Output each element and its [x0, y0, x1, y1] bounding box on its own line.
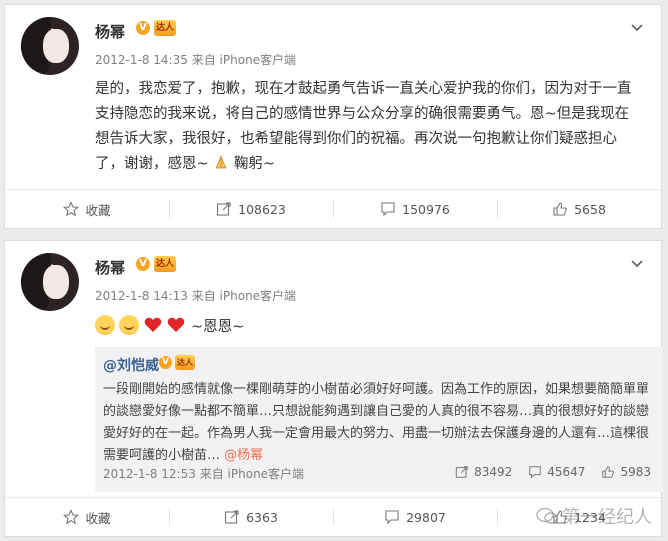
thumbs-up-icon: [553, 202, 567, 216]
repost-like-count: 5983: [620, 465, 651, 479]
weibo-post-card: 杨幂 V 达人 2012-1-8 14:13 来自 iPhone客户端 ~恩恩~…: [4, 240, 663, 537]
post-emoji-line: ~恩恩~: [95, 313, 244, 337]
post-time[interactable]: 2012-1-8 14:13: [95, 289, 188, 303]
repost-text: 一段剛開始的感情就像一棵剛萌芽的小樹苗必須好好呵護。因為工作的原因，如果想要簡簡…: [103, 379, 655, 467]
wechat-logo-icon: [536, 507, 558, 524]
comment-button[interactable]: 150976: [333, 190, 497, 228]
comment-icon: [381, 202, 395, 217]
repost-button[interactable]: 6363: [169, 498, 333, 536]
repost-author[interactable]: @刘恺威: [103, 355, 159, 375]
post-meta: 2012-1-8 14:13 来自 iPhone客户端: [95, 287, 296, 304]
shy-face-emoji-icon: [95, 315, 115, 335]
like-button[interactable]: 5658: [497, 190, 661, 228]
avatar-face: [43, 29, 69, 63]
watermark-text: 第一经纪人: [562, 507, 652, 528]
post-meta: 2012-1-8 14:35 来自 iPhone客户端: [95, 51, 296, 68]
post-text-end: 鞠躬~: [233, 156, 276, 172]
repost-like-stat[interactable]: 5983: [601, 465, 651, 479]
star-icon: [63, 509, 80, 525]
repost-icon: [455, 466, 468, 478]
chevron-down-icon[interactable]: [629, 19, 645, 35]
comment-button[interactable]: 29807: [333, 498, 497, 536]
watermark: 第一经纪人: [536, 503, 652, 529]
comment-icon: [529, 466, 541, 479]
author-avatar[interactable]: [21, 253, 79, 311]
talent-badge-icon: 达人: [175, 355, 195, 370]
repost-icon: [225, 510, 239, 524]
repost-meta: 2012-1-8 12:53 来自 iPhone客户端: [103, 465, 304, 482]
heart-icon: [144, 317, 162, 332]
like-count: 5658: [574, 201, 606, 217]
post-text-body: 是的，我恋爱了，抱歉，现在才鼓起勇气告诉一直关心爱护我的你们，因为对于一直支持隐…: [95, 81, 632, 172]
post-text: 是的，我恋爱了，抱歉，现在才鼓起勇气告诉一直关心爱护我的你们，因为对于一直支持隐…: [95, 77, 643, 177]
repost-time[interactable]: 2012-1-8 12:53: [103, 467, 196, 481]
chevron-down-icon[interactable]: [629, 255, 645, 271]
post-time[interactable]: 2012-1-8 14:35: [95, 53, 188, 67]
favorite-label: 收藏: [85, 202, 111, 218]
repost-stats: 83492 45647 5983: [455, 465, 651, 479]
favorite-label: 收藏: [85, 510, 111, 526]
author-name[interactable]: 杨幂: [95, 257, 125, 278]
weibo-post-card: 杨幂 V 达人 2012-1-8 14:35 来自 iPhone客户端 是的，我…: [4, 4, 662, 229]
mention-link[interactable]: @杨幂: [224, 448, 263, 463]
favorite-button[interactable]: 收藏: [5, 498, 169, 536]
verified-badge-icon: V: [136, 21, 150, 35]
repost-icon: [217, 202, 231, 216]
repost-repost-count: 83492: [474, 465, 513, 479]
source-prefix: 来自: [191, 289, 216, 303]
author-name[interactable]: 杨幂: [95, 21, 125, 42]
author-avatar[interactable]: [21, 17, 79, 75]
emoji-caption: ~恩恩~: [191, 318, 245, 335]
comment-count: 150976: [402, 201, 450, 217]
source-prefix: 来自: [199, 467, 224, 481]
repost-comment-stat[interactable]: 45647: [528, 465, 585, 479]
post-toolbar: 收藏 108623 150976 5658: [5, 189, 661, 228]
repost-comment-count: 45647: [547, 465, 586, 479]
talent-badge-icon: 达人: [154, 20, 176, 36]
avatar-face: [43, 265, 69, 299]
star-icon: [63, 201, 80, 217]
comment-icon: [385, 510, 399, 525]
repost-text-body: 一段剛開始的感情就像一棵剛萌芽的小樹苗必須好好呵護。因為工作的原因，如果想要簡簡…: [103, 382, 650, 463]
thumbs-up-icon: [602, 466, 615, 478]
favorite-button[interactable]: 收藏: [5, 190, 169, 228]
talent-badge-icon: 达人: [154, 256, 176, 272]
repost-count: 108623: [238, 201, 286, 217]
heart-icon: [167, 317, 185, 332]
reposted-weibo[interactable]: @刘恺威 V 达人 一段剛開始的感情就像一棵剛萌芽的小樹苗必須好好呵護。因為工作…: [95, 347, 663, 492]
post-source[interactable]: iPhone客户端: [220, 53, 297, 67]
comment-count: 29807: [406, 509, 446, 525]
repost-source[interactable]: iPhone客户端: [228, 467, 305, 481]
repost-button[interactable]: 108623: [169, 190, 333, 228]
shy-face-emoji-icon: [119, 315, 139, 335]
source-prefix: 来自: [191, 53, 216, 67]
verified-badge-icon: V: [136, 257, 150, 271]
verified-badge-icon: V: [159, 356, 172, 369]
repost-repost-stat[interactable]: 83492: [455, 465, 512, 479]
repost-count: 6363: [246, 509, 278, 525]
pray-hands-icon: [215, 154, 227, 169]
post-source[interactable]: iPhone客户端: [220, 289, 297, 303]
